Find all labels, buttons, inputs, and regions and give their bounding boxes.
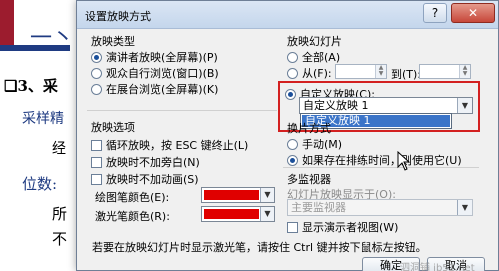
show-type-label: 放映类型 <box>91 35 135 48</box>
check-no-narration-box[interactable] <box>91 156 102 168</box>
radio-kiosk-indicator[interactable] <box>91 83 102 95</box>
dialog-titlebar[interactable]: 设置放映方式 ? ✕ <box>77 1 498 29</box>
slide-heading: ❑3、采 <box>4 77 58 95</box>
monitors-separator <box>283 167 479 168</box>
check-loop-box[interactable] <box>91 139 102 151</box>
show-options-separator <box>87 110 277 111</box>
slide-dash-text: 一丶 <box>30 26 75 51</box>
monitor-select[interactable]: 主要监视器 ▼ <box>287 199 473 216</box>
to-spinner[interactable]: ▲ ▼ <box>419 64 471 79</box>
watermark: 泗洞铺 jb51.net <box>400 263 475 271</box>
laser-color-label: 激光笔颜色(R): <box>95 210 170 223</box>
check-presenter-view[interactable]: 显示演示者视图(W) <box>287 219 398 235</box>
radio-all-slides[interactable]: 全部(A) <box>287 49 340 65</box>
chevron-down-icon[interactable]: ▼ <box>457 98 472 113</box>
from-spinner[interactable]: ▲ ▼ <box>335 64 387 79</box>
radio-presenter[interactable]: 演讲者放映(全屏幕)(P) <box>91 49 218 65</box>
chevron-down-icon[interactable]: ▼ <box>457 200 472 215</box>
radio-from-label: 从(F): <box>302 67 332 80</box>
monitor-select-value: 主要监视器 <box>291 201 346 214</box>
slide-suo-text: 所 <box>52 205 68 223</box>
radio-presenter-indicator[interactable] <box>91 51 102 63</box>
check-no-narration[interactable]: 放映时不加旁白(N) <box>91 154 200 170</box>
show-options-label: 放映选项 <box>91 121 135 134</box>
custom-show-value: 自定义放映 1 <box>303 99 369 112</box>
check-presenter-view-box[interactable] <box>287 221 298 233</box>
check-loop[interactable]: 循环放映，按 ESC 键终止(L) <box>91 137 248 153</box>
advance-group-label: 换片方式 <box>287 122 331 135</box>
radio-all-label: 全部(A) <box>302 51 341 64</box>
to-label: 到(T): <box>391 68 422 81</box>
custom-show-select[interactable]: 自定义放映 1 ▼ <box>299 97 473 114</box>
radio-from-slides[interactable]: 从(F): <box>287 65 332 81</box>
radio-all-indicator[interactable] <box>287 51 298 63</box>
slide-digits-text: 位数: <box>22 175 58 193</box>
laser-color-picker[interactable]: ▼ <box>201 206 275 222</box>
setup-show-dialog: 设置放映方式 ? ✕ 放映类型 演讲者放映(全屏幕)(P) 观众自行浏览(窗口)… <box>76 0 499 271</box>
spinner-arrows-icon[interactable]: ▲ ▼ <box>459 65 470 78</box>
slides-group-label: 放映幻灯片 <box>287 35 342 48</box>
radio-manual[interactable]: 手动(M) <box>287 136 342 152</box>
laser-pointer-hint: 若要在放映幻灯片时显示激光笔，请按住 Ctrl 键并按下鼠标左按钮。 <box>92 241 427 254</box>
slide-red-bar <box>0 0 14 45</box>
slide-jing-text: 经 <box>52 141 66 157</box>
radio-use-timings[interactable]: 如果存在排练时间，则使用它(U) <box>287 152 462 168</box>
radio-audience-label: 观众自行浏览(窗口)(B) <box>106 67 219 80</box>
radio-presenter-label: 演讲者放映(全屏幕)(P) <box>106 51 218 64</box>
chevron-down-icon[interactable]: ▼ <box>260 188 274 202</box>
pen-color-picker[interactable]: ▼ <box>201 187 275 203</box>
check-no-animation-label: 放映时不加动画(S) <box>106 173 199 186</box>
slide-sample-text: 采样精 <box>22 111 64 127</box>
radio-kiosk[interactable]: 在展台浏览(全屏幕)(K) <box>91 81 218 97</box>
radio-audience-indicator[interactable] <box>91 67 102 79</box>
spinner-arrows-icon[interactable]: ▲ ▼ <box>375 65 386 78</box>
chevron-down-icon[interactable]: ▼ <box>260 207 274 221</box>
pen-color-label: 绘图笔颜色(E): <box>95 191 170 204</box>
radio-audience[interactable]: 观众自行浏览(窗口)(B) <box>91 65 219 81</box>
slide-bu-text: 不 <box>52 230 68 248</box>
pen-color-swatch <box>204 190 259 200</box>
laser-color-swatch <box>204 209 259 219</box>
check-no-animation-box[interactable] <box>91 173 102 185</box>
radio-manual-label: 手动(M) <box>302 138 343 151</box>
check-presenter-view-label: 显示演示者视图(W) <box>302 221 399 234</box>
monitors-group-label: 多监视器 <box>287 173 331 186</box>
radio-kiosk-label: 在展台浏览(全屏幕)(K) <box>106 83 219 96</box>
close-button[interactable]: ✕ <box>451 3 495 23</box>
mouse-cursor-icon <box>397 151 411 171</box>
radio-manual-indicator[interactable] <box>287 138 298 150</box>
radio-timings-label: 如果存在排练时间，则使用它(U) <box>302 154 462 167</box>
help-button[interactable]: ? <box>423 3 447 23</box>
dialog-title: 设置放映方式 <box>85 10 151 23</box>
check-loop-label: 循环放映，按 ESC 键终止(L) <box>106 139 249 152</box>
check-no-animation[interactable]: 放映时不加动画(S) <box>91 171 199 187</box>
radio-custom-indicator[interactable] <box>285 88 296 100</box>
check-no-narration-label: 放映时不加旁白(N) <box>106 156 200 169</box>
radio-timings-indicator[interactable] <box>287 154 298 166</box>
radio-from-indicator[interactable] <box>287 67 298 79</box>
